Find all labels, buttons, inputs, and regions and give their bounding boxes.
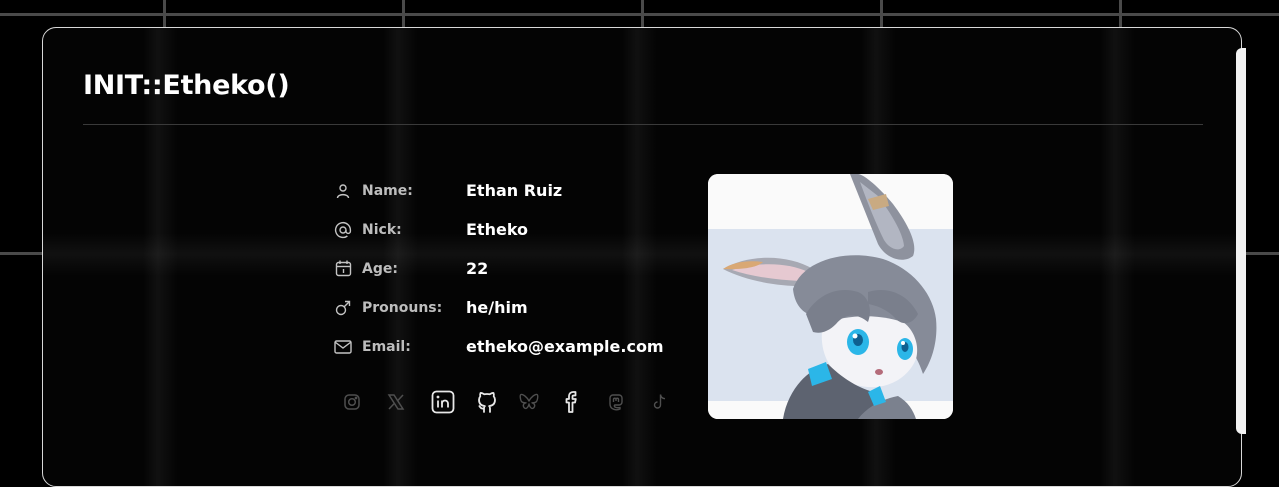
calendar-icon xyxy=(333,259,353,279)
info-list: Name: Ethan Ruiz Nick: Etheko Age: 22 Pr… xyxy=(333,171,664,366)
avatar xyxy=(708,174,953,419)
field-label-age: Age: xyxy=(362,260,398,277)
info-row-pronouns: Pronouns: he/him xyxy=(333,288,664,327)
field-value-name: Ethan Ruiz xyxy=(466,181,563,200)
tiktok-icon[interactable] xyxy=(651,388,695,416)
bluesky-icon[interactable] xyxy=(519,388,563,416)
field-label-name: Name: xyxy=(362,182,413,199)
linkedin-icon[interactable] xyxy=(431,388,475,416)
page-title: INIT::Etheko() xyxy=(83,70,290,101)
info-row-email: Email: etheko@example.com xyxy=(333,327,664,366)
facebook-icon[interactable] xyxy=(563,388,607,416)
field-value-email[interactable]: etheko@example.com xyxy=(466,337,664,356)
title-divider xyxy=(83,124,1203,125)
x-icon[interactable] xyxy=(387,388,431,416)
profile-card: INIT::Etheko() Name: Ethan Ruiz Nick: Et… xyxy=(42,27,1242,487)
field-label-nick: Nick: xyxy=(362,221,402,238)
info-row-nick: Nick: Etheko xyxy=(333,210,664,249)
field-value-pronouns: he/him xyxy=(466,298,528,317)
user-icon xyxy=(333,181,353,201)
instagram-icon[interactable] xyxy=(343,388,387,416)
field-label-email: Email: xyxy=(362,338,411,355)
mail-icon xyxy=(333,337,353,357)
github-icon[interactable] xyxy=(475,388,519,416)
field-label-pronouns: Pronouns: xyxy=(362,299,443,316)
scrollbar[interactable] xyxy=(1236,48,1246,434)
male-icon xyxy=(333,298,353,318)
field-value-nick: Etheko xyxy=(466,220,529,239)
info-row-name: Name: Ethan Ruiz xyxy=(333,171,664,210)
field-value-age: 22 xyxy=(466,259,489,278)
social-links xyxy=(343,388,695,416)
mastodon-icon[interactable] xyxy=(607,388,651,416)
info-row-age: Age: 22 xyxy=(333,249,664,288)
at-icon xyxy=(333,220,353,240)
